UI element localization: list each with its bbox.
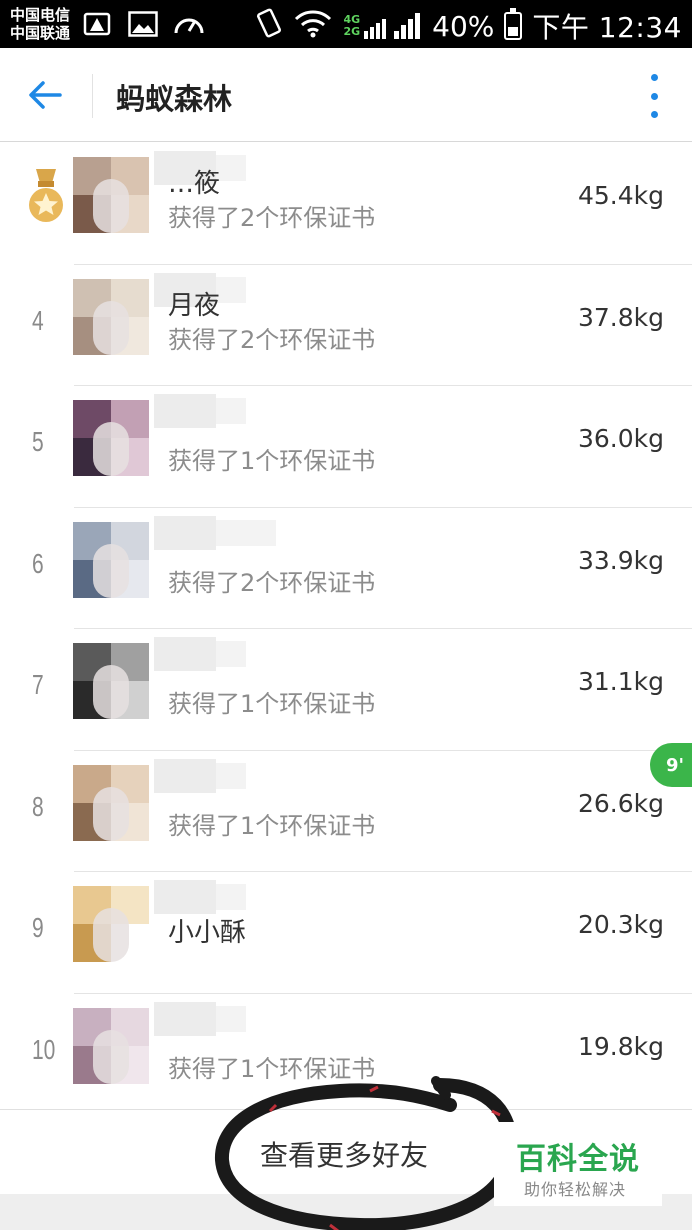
floating-badge[interactable]: 9' bbox=[650, 743, 692, 787]
more-options-button[interactable] bbox=[644, 74, 664, 118]
more-vertical-icon bbox=[650, 74, 658, 81]
list-item[interactable]: 7 获得了1个环保证书 31.1kg bbox=[0, 629, 692, 751]
rank-number: 6 bbox=[32, 547, 44, 579]
rank-number: 7 bbox=[32, 669, 44, 700]
friend-name: …筱 bbox=[168, 169, 221, 199]
list-item[interactable]: 8 获得了1个环保证书 26.6kg bbox=[0, 751, 692, 872]
name-mosaic bbox=[154, 637, 216, 671]
name-mosaic bbox=[154, 1001, 216, 1036]
name-mosaic bbox=[216, 1005, 246, 1032]
page-title: 蚂蚁森林 bbox=[116, 82, 233, 116]
name-mosaic bbox=[216, 398, 246, 424]
rank-number: 10 bbox=[32, 1033, 56, 1065]
warning-icon bbox=[82, 8, 112, 40]
certificate-count: 获得了2个环保证书 bbox=[168, 325, 376, 354]
list-item[interactable]: 5 获得了1个环保证书 36.0kg bbox=[0, 386, 692, 508]
certificate-count: 获得了2个环保证书 bbox=[168, 568, 376, 597]
image-icon bbox=[128, 8, 158, 40]
certificate-count: 获得了1个环保证书 bbox=[168, 690, 376, 718]
energy-weight: 19.8kg bbox=[577, 1031, 664, 1061]
avatar[interactable] bbox=[73, 157, 149, 233]
friend-name: 小小酥 bbox=[168, 918, 247, 948]
certificate-count: 获得了2个环保证书 bbox=[168, 204, 376, 232]
medal-icon bbox=[26, 169, 66, 227]
name-mosaic bbox=[154, 394, 216, 428]
energy-weight: 31.1kg bbox=[577, 667, 664, 696]
avatar[interactable] bbox=[73, 400, 149, 476]
carrier-labels: 中国电信 中国联通 bbox=[10, 6, 70, 42]
name-mosaic bbox=[216, 884, 246, 910]
battery-icon bbox=[504, 8, 523, 40]
carrier-2: 中国联通 bbox=[10, 24, 71, 42]
rank-number: 4 bbox=[32, 304, 44, 336]
name-mosaic bbox=[216, 155, 246, 181]
watermark-logo: 百科全说 助你轻松解决 bbox=[494, 1122, 662, 1206]
name-mosaic bbox=[154, 880, 216, 914]
energy-weight: 45.4kg bbox=[577, 181, 664, 210]
vibrate-icon bbox=[255, 8, 283, 45]
rank-number: 9 bbox=[32, 912, 44, 943]
toolbar: 蚂蚁森林 bbox=[0, 48, 692, 142]
arrow-left-icon bbox=[29, 81, 62, 109]
view-more-friends-button[interactable]: 查看更多好友 bbox=[260, 1134, 428, 1174]
avatar[interactable] bbox=[73, 278, 149, 355]
list-item[interactable]: …筱获得了2个环保证书 45.4kg bbox=[0, 143, 692, 265]
friend-name: 月夜 bbox=[168, 290, 221, 321]
energy-weight: 37.8kg bbox=[577, 302, 664, 332]
list-item[interactable]: 6 获得了2个环保证书 33.9kg bbox=[0, 508, 692, 629]
list-item[interactable]: 9 小小酥 20.3kg bbox=[0, 872, 692, 994]
list-item[interactable]: 4 月夜获得了2个环保证书 37.8kg bbox=[0, 265, 692, 386]
name-mosaic bbox=[216, 276, 246, 303]
avatar[interactable] bbox=[73, 886, 149, 962]
watermark-main: 百科全说 bbox=[516, 1142, 640, 1177]
avatar[interactable] bbox=[73, 764, 149, 841]
wifi-icon bbox=[293, 8, 333, 45]
avatar[interactable] bbox=[73, 1007, 149, 1084]
rank-number: 5 bbox=[32, 426, 44, 457]
name-mosaic bbox=[154, 515, 216, 550]
certificate-count: 获得了1个环保证书 bbox=[168, 447, 376, 475]
name-mosaic bbox=[216, 762, 246, 789]
energy-weight: 20.3kg bbox=[577, 910, 664, 939]
energy-weight: 33.9kg bbox=[577, 545, 664, 575]
back-button[interactable] bbox=[20, 70, 70, 120]
certificate-count: 获得了1个环保证书 bbox=[168, 811, 376, 840]
watermark-sub: 助你轻松解决 bbox=[524, 1180, 627, 1199]
energy-weight: 26.6kg bbox=[577, 788, 664, 818]
name-mosaic bbox=[154, 758, 216, 793]
status-right: 4G 2G 40% 下午 12:34 bbox=[255, 6, 682, 46]
toolbar-divider bbox=[92, 74, 93, 118]
battery-percent: 40% bbox=[432, 9, 495, 43]
energy-weight: 36.0kg bbox=[577, 424, 664, 453]
name-mosaic bbox=[216, 519, 276, 546]
clock: 下午 12:34 bbox=[532, 11, 682, 44]
avatar[interactable] bbox=[73, 643, 149, 719]
network-2: 2G bbox=[343, 25, 361, 38]
speedometer-icon bbox=[172, 8, 206, 40]
status-bar: 中国电信 中国联通 4G 2G 40% 下午 12:34 bbox=[0, 0, 692, 48]
rank-number: 8 bbox=[32, 790, 44, 822]
avatar[interactable] bbox=[73, 521, 149, 598]
friend-ranking-list: …筱 获得了2个环保证书 45.4kg 4 月夜 获得了2个环保证书 37.8kg 5 获得了1… bbox=[0, 143, 692, 1115]
signal-icon: 4G 2G bbox=[343, 11, 422, 41]
carrier-1: 中国电信 bbox=[10, 6, 71, 24]
name-mosaic bbox=[216, 641, 246, 667]
